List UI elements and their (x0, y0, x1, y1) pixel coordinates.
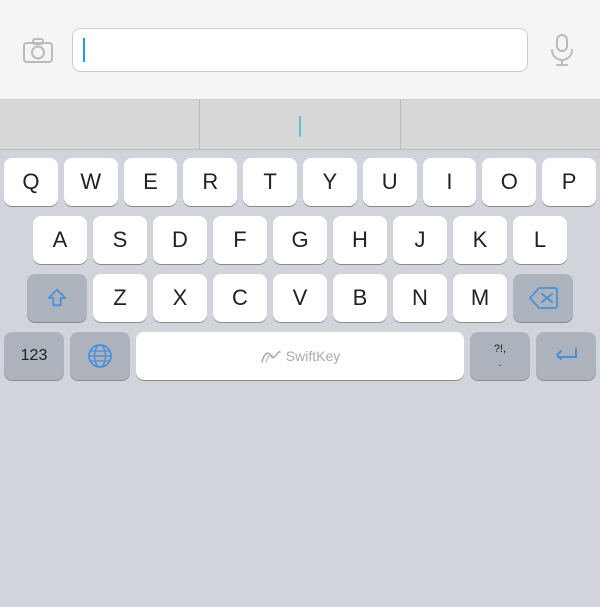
key-b[interactable]: B (333, 274, 387, 322)
key-k[interactable]: K (453, 216, 507, 264)
key-a[interactable]: A (33, 216, 87, 264)
key-s[interactable]: S (93, 216, 147, 264)
key-n[interactable]: N (393, 274, 447, 322)
key-row-1: QWERTYUIOP (4, 158, 596, 206)
key-row-2: ASDFGHJKL (4, 216, 596, 264)
key-w[interactable]: W (64, 158, 118, 206)
shift-key[interactable] (27, 274, 87, 322)
key-u[interactable]: U (363, 158, 417, 206)
swiftkey-icon (260, 348, 282, 364)
search-input[interactable] (72, 28, 528, 72)
mic-icon[interactable] (540, 28, 584, 72)
key-l[interactable]: L (513, 216, 567, 264)
bottom-row: 123 SwiftKey ?!,. (4, 332, 596, 380)
key-g[interactable]: G (273, 216, 327, 264)
key-m[interactable]: M (453, 274, 507, 322)
autocomplete-item-the[interactable] (0, 100, 200, 149)
keyboard: QWERTYUIOP ASDFGHJKL ZXCVBNM 123 SwiftKe… (0, 150, 600, 390)
key-r[interactable]: R (183, 158, 237, 206)
globe-key[interactable] (70, 332, 130, 380)
key-d[interactable]: D (153, 216, 207, 264)
key-row-3: ZXCVBNM (4, 274, 596, 322)
autocomplete-item-cursor[interactable]: | (200, 100, 400, 149)
key-z[interactable]: Z (93, 274, 147, 322)
camera-icon[interactable] (16, 28, 60, 72)
key-y[interactable]: Y (303, 158, 357, 206)
key-i[interactable]: I (423, 158, 477, 206)
space-key[interactable]: SwiftKey (136, 332, 464, 380)
enter-key[interactable] (536, 332, 596, 380)
enter-icon (552, 345, 580, 367)
key-h[interactable]: H (333, 216, 387, 264)
swiftkey-label: SwiftKey (286, 348, 340, 364)
key-j[interactable]: J (393, 216, 447, 264)
punct-key[interactable]: ?!,. (470, 332, 530, 380)
delete-key[interactable] (513, 274, 573, 322)
top-bar (0, 0, 600, 100)
text-cursor (83, 38, 85, 62)
key-f[interactable]: F (213, 216, 267, 264)
key-t[interactable]: T (243, 158, 297, 206)
key-o[interactable]: O (482, 158, 536, 206)
key-x[interactable]: X (153, 274, 207, 322)
key-p[interactable]: P (542, 158, 596, 206)
numbers-key[interactable]: 123 (4, 332, 64, 380)
autocomplete-item-ya[interactable] (401, 100, 600, 149)
key-c[interactable]: C (213, 274, 267, 322)
key-v[interactable]: V (273, 274, 327, 322)
autocomplete-bar: | (0, 100, 600, 150)
key-e[interactable]: E (124, 158, 178, 206)
key-q[interactable]: Q (4, 158, 58, 206)
